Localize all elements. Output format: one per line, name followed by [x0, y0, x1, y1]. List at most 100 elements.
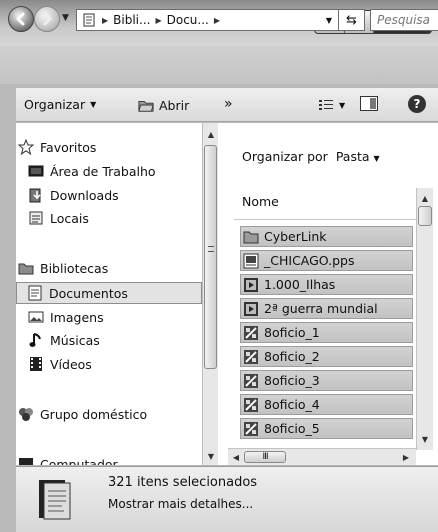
nav-images-label: Imagens — [50, 309, 104, 325]
scroll-left-icon[interactable]: ◀ — [228, 450, 244, 464]
file-list-pane: Organizar por Pasta ▼ Nome CyberLink _CHI… — [218, 123, 438, 465]
media-file-icon — [243, 349, 259, 365]
help-icon: ? — [408, 95, 426, 113]
open-button[interactable]: Abrir — [138, 97, 189, 113]
multiple-documents-icon — [38, 477, 74, 523]
file-row[interactable]: _CHICAGO.pps — [240, 250, 413, 271]
videos-icon — [28, 356, 44, 372]
open-folder-icon — [138, 97, 154, 113]
back-button[interactable] — [8, 6, 34, 32]
preview-pane-button[interactable] — [360, 96, 378, 111]
navigation-scroll-thumb[interactable] — [204, 145, 217, 369]
file-row[interactable]: 2ª guerra mundial — [240, 298, 413, 319]
refresh-button[interactable]: ⇆ — [339, 9, 365, 31]
show-more-details-link[interactable]: Mostrar mais detalhes... — [108, 497, 253, 511]
nav-homegroup[interactable]: Grupo doméstico — [18, 403, 202, 425]
documents-icon — [27, 285, 43, 301]
nav-downloads-label: Downloads — [50, 187, 119, 203]
preview-pane-icon — [360, 96, 378, 111]
file-name: 2ª guerra mundial — [264, 301, 378, 316]
file-row[interactable]: 8oficio_4 — [240, 394, 413, 415]
nav-desktop-label: Área de Trabalho — [50, 163, 156, 179]
file-row[interactable]: 1.000_Ilhas — [240, 274, 413, 295]
scroll-grip-icon — [208, 246, 214, 252]
libraries-icon — [18, 260, 34, 276]
scroll-down-icon[interactable]: ▼ — [203, 449, 219, 463]
breadcrumb-libraries[interactable]: Bibli... — [113, 13, 150, 27]
document-location-icon — [81, 12, 97, 28]
nav-videos[interactable]: Vídeos — [28, 353, 202, 375]
navigation-pane: Favoritos Área de Trabalho Downloads Loc… — [16, 123, 202, 465]
slideshow-file-icon — [243, 253, 259, 269]
breadcrumb-separator-icon[interactable]: ▶ — [214, 16, 220, 25]
forward-arrow-icon — [43, 12, 52, 26]
recent-pages-dropdown[interactable]: ▼ — [62, 13, 69, 23]
file-name: 8oficio_3 — [264, 373, 320, 388]
back-arrow-icon — [16, 12, 25, 26]
scroll-down-icon[interactable]: ▼ — [417, 432, 433, 446]
file-row[interactable]: 8oficio_2 — [240, 346, 413, 367]
scroll-up-icon[interactable]: ▲ — [203, 127, 219, 141]
star-icon — [18, 139, 34, 155]
refresh-icon: ⇆ — [346, 12, 357, 28]
breadcrumb-separator-icon[interactable]: ▶ — [102, 16, 108, 25]
scroll-right-icon[interactable]: ▶ — [398, 450, 414, 464]
file-list-horizontal-scrollbar[interactable]: ◀ III ▶ — [228, 448, 416, 465]
nav-libraries[interactable]: Bibliotecas — [18, 257, 202, 279]
arrange-by-value: Pasta — [335, 149, 370, 164]
forward-button[interactable] — [34, 6, 60, 32]
media-file-icon — [243, 373, 259, 389]
horizontal-scroll-thumb[interactable]: III — [244, 451, 286, 463]
nav-libraries-label: Bibliotecas — [40, 260, 109, 276]
nav-downloads[interactable]: Downloads — [28, 184, 202, 206]
nav-computer-label: Computador — [40, 456, 118, 466]
file-row[interactable]: 8oficio_5 — [240, 418, 413, 439]
breadcrumb-documents[interactable]: Docu... — [167, 13, 209, 27]
search-input[interactable]: Pesquisa — [370, 9, 438, 31]
command-bar: Organizar ▼ Abrir » ▼ ? — [16, 88, 438, 122]
media-file-icon — [243, 421, 259, 437]
homegroup-icon — [18, 406, 34, 422]
media-file-icon — [243, 325, 259, 341]
nav-favorites[interactable]: Favoritos — [18, 136, 202, 158]
file-list-vertical-scrollbar[interactable]: ▲ ▼ — [416, 188, 433, 450]
chevron-down-icon: ▼ — [90, 100, 97, 109]
images-icon — [28, 309, 44, 325]
nav-desktop[interactable]: Área de Trabalho — [28, 160, 202, 182]
navigation-scrollbar[interactable]: ▲ ▼ — [202, 123, 218, 465]
address-row — [0, 46, 438, 84]
nav-images[interactable]: Imagens — [28, 306, 202, 328]
change-view-button[interactable]: ▼ — [318, 97, 345, 113]
nav-documents[interactable]: Documentos — [16, 282, 202, 304]
file-row[interactable]: 8oficio_1 — [240, 322, 413, 343]
folder-icon — [243, 229, 259, 245]
address-bar[interactable]: ▶ Bibli... ▶ Docu... ▶ ▼ — [76, 9, 339, 31]
file-row[interactable]: CyberLink — [240, 226, 413, 247]
arrange-by-dropdown[interactable]: Pasta ▼ — [336, 149, 380, 164]
column-header-name[interactable]: Nome — [234, 184, 418, 220]
nav-places-label: Locais — [50, 210, 89, 226]
file-list-scroll-thumb[interactable] — [418, 206, 432, 226]
file-name: 8oficio_2 — [264, 349, 320, 364]
nav-music[interactable]: Músicas — [28, 329, 202, 351]
downloads-folder-icon — [28, 187, 44, 203]
file-name: _CHICAGO.pps — [264, 253, 355, 268]
chevron-down-icon: ▼ — [339, 100, 346, 110]
file-name: 8oficio_4 — [264, 397, 320, 412]
scroll-up-icon[interactable]: ▲ — [417, 191, 433, 205]
nav-places[interactable]: Locais — [28, 207, 202, 229]
organize-button[interactable]: Organizar ▼ — [24, 97, 96, 112]
help-button[interactable]: ? — [408, 95, 426, 113]
more-commands-button[interactable]: » — [224, 96, 233, 112]
file-name: 8oficio_1 — [264, 325, 320, 340]
window-frame-left — [0, 84, 16, 516]
nav-computer[interactable]: Computador — [18, 453, 202, 465]
computer-icon — [18, 456, 34, 465]
nav-homegroup-label: Grupo doméstico — [40, 406, 148, 422]
desktop-icon — [28, 163, 44, 179]
file-row[interactable]: 8oficio_3 — [240, 370, 413, 391]
address-dropdown-icon[interactable]: ▼ — [320, 16, 338, 25]
video-file-icon — [243, 277, 259, 293]
breadcrumb-separator-icon[interactable]: ▶ — [155, 16, 161, 25]
arrange-by-label: Organizar por — [242, 149, 328, 164]
